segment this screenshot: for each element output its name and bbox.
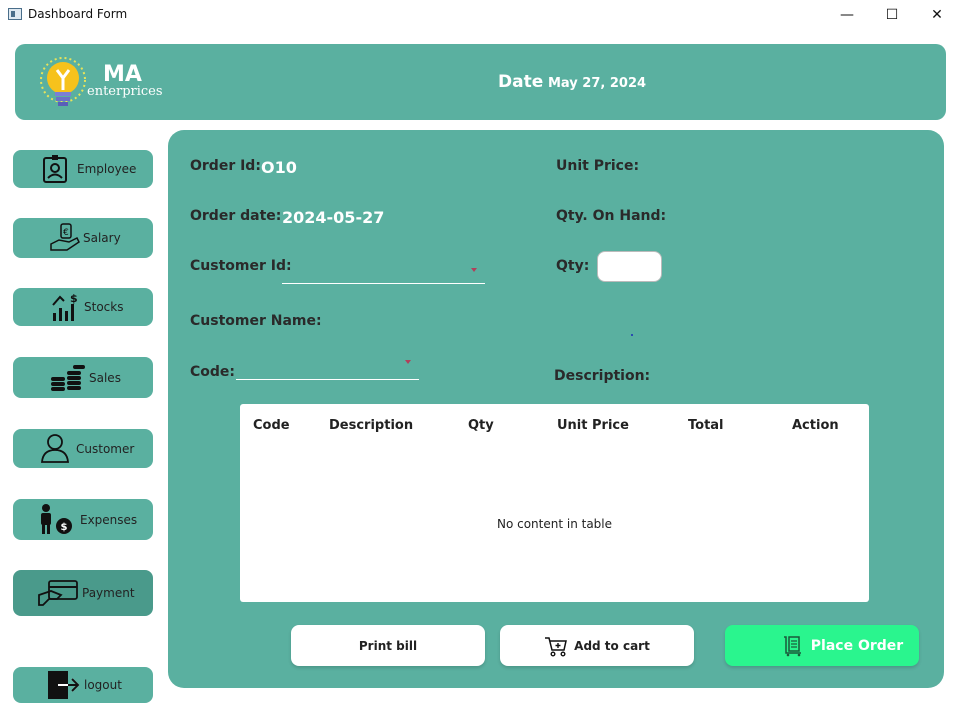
sidebar-item-employee[interactable]: Employee (13, 150, 153, 188)
trolley-icon (783, 635, 801, 656)
column-header-code[interactable]: Code (253, 418, 290, 433)
place-order-button[interactable]: Place Order (725, 625, 919, 666)
code-label: Code: (190, 364, 236, 380)
qty-input[interactable] (597, 251, 662, 282)
sidebar-item-label: Expenses (80, 513, 138, 527)
column-header-qty[interactable]: Qty (468, 418, 494, 433)
add-to-cart-button[interactable]: Add to cart (500, 625, 694, 666)
employee-badge-icon (43, 155, 67, 183)
column-header-total[interactable]: Total (688, 418, 724, 433)
qty-label: Qty: (556, 258, 590, 274)
customer-id-combobox[interactable] (282, 264, 485, 284)
customer-person-icon (41, 434, 69, 463)
order-id-label: Order Id: (190, 158, 261, 174)
sidebar-item-label: Payment (82, 586, 135, 600)
svg-text:€: € (63, 228, 69, 238)
unit-price-label: Unit Price: (556, 158, 640, 174)
cart-icon (545, 636, 568, 657)
print-bill-button[interactable]: Print bill (291, 625, 485, 666)
table-empty-message: No content in table (496, 517, 613, 531)
title-bar: Dashboard Form — ☐ ✕ (0, 0, 958, 30)
app-icon (8, 8, 22, 20)
print-bill-label: Print bill (358, 638, 418, 653)
dot-mark (631, 334, 633, 336)
salary-hand-icon: € (50, 223, 80, 251)
description-label: Description: (554, 368, 651, 384)
place-order-label: Place Order (810, 637, 904, 654)
logout-icon (48, 671, 80, 699)
column-header-unit-price[interactable]: Unit Price (557, 418, 629, 433)
add-to-cart-label: Add to cart (574, 638, 650, 653)
stocks-chart-icon: $ (52, 292, 78, 321)
sidebar-item-expenses[interactable]: $ Expenses (13, 499, 153, 540)
sidebar-item-payment[interactable]: Payment (13, 570, 153, 616)
sidebar-item-label: Sales (89, 371, 121, 385)
column-header-action[interactable]: Action (792, 418, 839, 433)
sidebar-item-stocks[interactable]: $ Stocks (13, 288, 153, 326)
sidebar-item-label: Customer (76, 442, 135, 456)
order-form-panel: Order Id: O10 Order date: 2024-05-27 Cus… (168, 130, 944, 688)
qty-on-hand-label: Qty. On Hand: (556, 208, 667, 224)
sidebar-item-logout[interactable]: logout (13, 667, 153, 703)
brand-subtitle: enterprices (87, 84, 163, 99)
chevron-down-icon (471, 268, 477, 272)
sidebar-item-salary[interactable]: € Salary (13, 218, 153, 258)
sidebar-item-label: Salary (83, 231, 121, 245)
order-id-value: O10 (261, 158, 297, 177)
sidebar-item-label: logout (84, 678, 122, 692)
minimize-button[interactable]: — (824, 0, 870, 30)
sidebar-item-customer[interactable]: Customer (13, 429, 153, 468)
coins-stack-icon (51, 365, 85, 391)
header-bar: MA enterprices Date May 27, 2024 (15, 44, 946, 120)
order-items-table[interactable]: Code Description Qty Unit Price Total Ac… (240, 404, 869, 602)
customer-name-label: Customer Name: (190, 313, 322, 329)
svg-text:$: $ (61, 522, 68, 533)
svg-text:$: $ (70, 292, 78, 305)
customer-id-label: Customer Id: (190, 258, 292, 274)
code-combobox[interactable] (236, 360, 419, 380)
order-date-label: Order date: (190, 208, 282, 224)
lightbulb-logo-icon (40, 57, 86, 106)
chevron-down-icon (405, 360, 411, 364)
date-label: Date (498, 72, 544, 92)
window-title: Dashboard Form (28, 7, 128, 21)
sidebar-item-sales[interactable]: Sales (13, 357, 153, 398)
column-header-description[interactable]: Description (329, 418, 413, 433)
date-value: May 27, 2024 (548, 76, 647, 91)
maximize-button[interactable]: ☐ (869, 0, 915, 30)
order-date-value: 2024-05-27 (282, 208, 385, 227)
close-button[interactable]: ✕ (914, 0, 958, 30)
sidebar-item-label: Employee (77, 162, 137, 176)
expenses-person-icon: $ (41, 504, 72, 534)
sidebar-item-label: Stocks (84, 300, 124, 314)
payment-card-icon (38, 580, 78, 606)
